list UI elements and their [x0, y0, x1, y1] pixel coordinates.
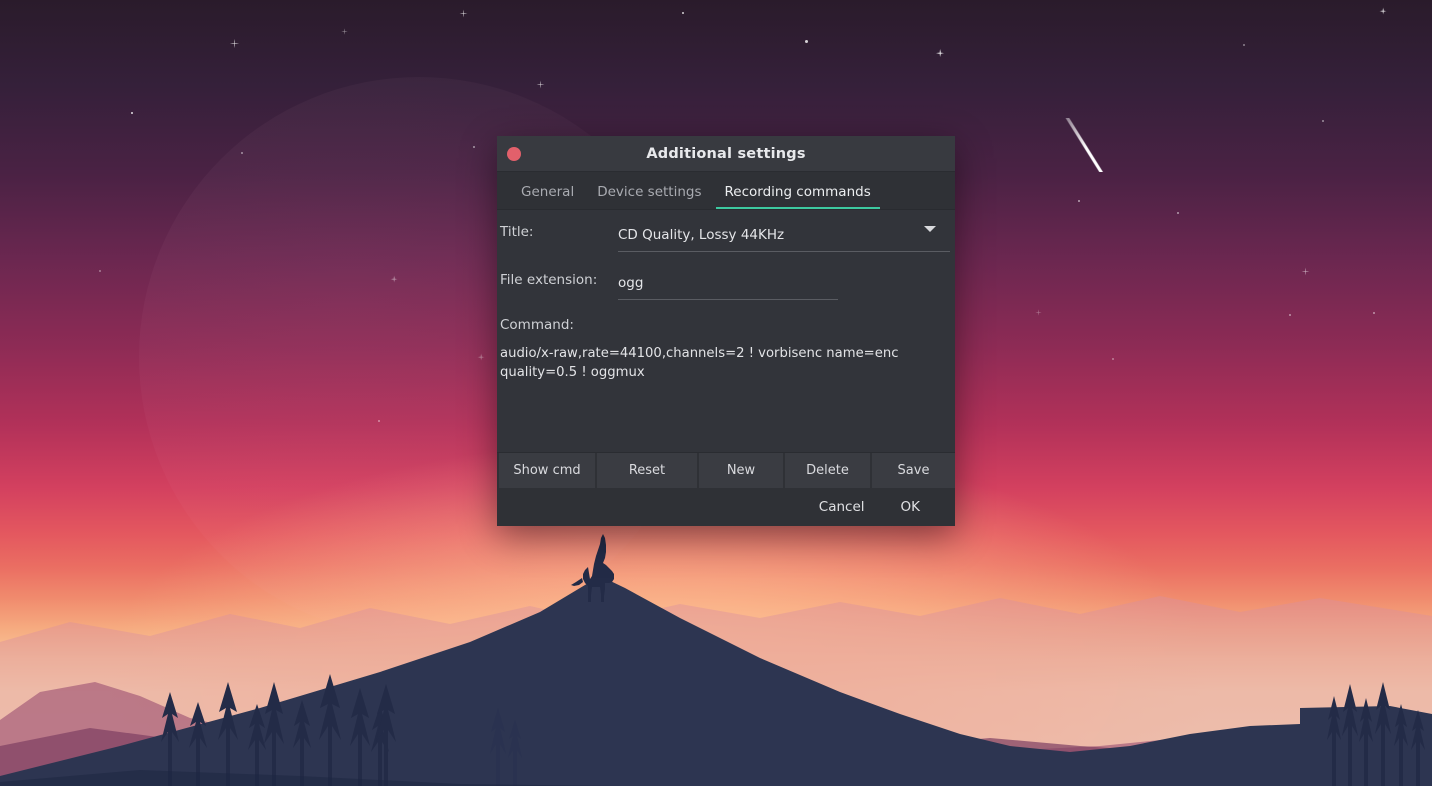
show-cmd-button[interactable]: Show cmd: [499, 453, 595, 488]
title-label: Title:: [500, 224, 534, 240]
new-button[interactable]: New: [699, 453, 783, 488]
star: [1243, 44, 1245, 46]
command-label: Command:: [500, 317, 574, 333]
star: [131, 112, 133, 114]
star-sparkle: [340, 27, 349, 36]
star-sparkle: [228, 37, 241, 50]
delete-button[interactable]: Delete: [785, 453, 870, 488]
save-button[interactable]: Save: [872, 453, 955, 488]
tab-bar: General Device settings Recording comman…: [497, 172, 955, 210]
tab-device-settings[interactable]: Device settings: [588, 185, 710, 210]
title-select-input[interactable]: [618, 227, 950, 251]
close-icon[interactable]: [507, 146, 521, 161]
dialog-titlebar: Additional settings: [497, 136, 955, 172]
star: [1112, 358, 1114, 360]
shooting-star: [1041, 118, 1129, 172]
star: [241, 152, 243, 154]
cancel-button[interactable]: Cancel: [801, 493, 883, 521]
dialog-title: Additional settings: [646, 145, 806, 162]
star: [682, 12, 684, 14]
star: [1177, 212, 1179, 214]
additional-settings-dialog: Additional settings General Device setti…: [497, 136, 955, 526]
dialog-body: Title: File extension: Command:: [497, 210, 955, 452]
star: [1373, 312, 1375, 314]
file-extension-input[interactable]: [618, 275, 838, 299]
reset-button[interactable]: Reset: [597, 453, 697, 488]
star: [805, 40, 808, 43]
star: [1078, 200, 1080, 202]
command-textarea[interactable]: [497, 345, 955, 437]
star-sparkle: [535, 79, 546, 90]
star-sparkle: [934, 47, 946, 59]
title-underline: [618, 251, 950, 252]
star-sparkle: [458, 8, 469, 19]
star: [1289, 314, 1291, 316]
star: [1322, 120, 1324, 122]
ok-button[interactable]: OK: [883, 493, 945, 521]
star-sparkle: [476, 352, 486, 362]
dialog-footer: Cancel OK: [497, 488, 955, 526]
title-row: Title:: [497, 224, 955, 252]
star: [473, 146, 475, 148]
action-button-row: Show cmd Reset New Delete Save: [497, 452, 955, 488]
star: [99, 270, 101, 272]
file-extension-underline: [618, 299, 838, 300]
file-extension-field-wrap: [618, 272, 838, 300]
star-sparkle: [1034, 308, 1043, 317]
star: [378, 420, 380, 422]
tab-recording-commands[interactable]: Recording commands: [715, 185, 880, 210]
title-field-wrap: [618, 224, 950, 252]
star-sparkle: [1378, 6, 1388, 16]
file-extension-row: File extension:: [497, 272, 955, 300]
tab-general[interactable]: General: [512, 185, 583, 210]
file-extension-label: File extension:: [500, 272, 598, 288]
star-sparkle: [389, 274, 399, 284]
star-sparkle: [1300, 266, 1311, 277]
chevron-down-icon[interactable]: [924, 226, 936, 232]
